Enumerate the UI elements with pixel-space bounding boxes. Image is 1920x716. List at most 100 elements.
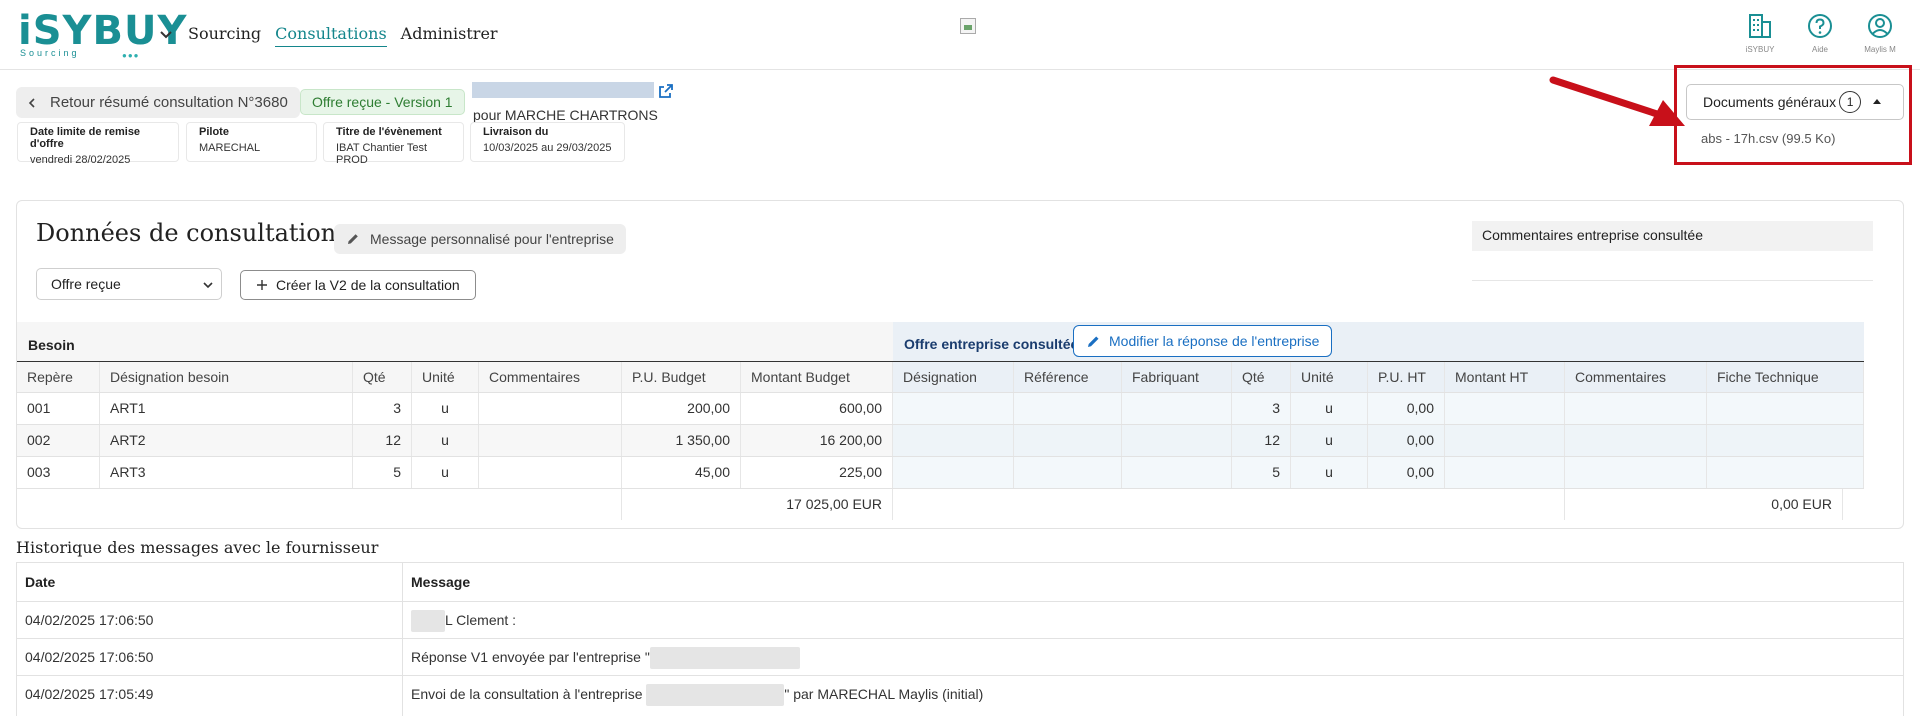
redacted-text	[649, 647, 800, 670]
cell-fabriquant	[1122, 393, 1232, 424]
cell-designation: ART1	[100, 393, 353, 424]
cell-repere: 003	[17, 457, 100, 488]
column-header: Désignation	[893, 362, 1014, 393]
offre-group-header: Offre entreprise consultée	[893, 322, 1864, 362]
row-divider	[16, 638, 1904, 639]
cell-montant-budget: 16 200,00	[741, 425, 893, 456]
offer-status-value: Offre reçue	[51, 276, 121, 292]
cell-offre-designation	[893, 393, 1014, 424]
page-title: Données de consultation	[36, 219, 337, 247]
cell-offre-designation	[893, 457, 1014, 488]
pencil-icon	[348, 234, 358, 244]
help-icon	[1808, 14, 1832, 38]
column-header: Fiche Technique	[1707, 362, 1864, 393]
external-link-icon[interactable]	[658, 83, 674, 99]
history-title: Historique des messages avec le fourniss…	[16, 538, 379, 557]
offer-status-select[interactable]: Offre reçue	[36, 268, 222, 300]
create-v2-button[interactable]: Créer la V2 de la consultation	[240, 270, 476, 300]
cell-qty: 3	[353, 393, 412, 424]
cell-pu-budget: 200,00	[622, 393, 741, 424]
cell-pu-budget: 1 350,00	[622, 425, 741, 456]
user-button[interactable]: Maylis M	[1860, 12, 1900, 54]
column-header: Repère	[17, 362, 100, 393]
cell-reference	[1014, 425, 1122, 456]
row-divider	[16, 601, 1904, 602]
info-card-event-title: Titre de l'évènement IBAT Chantier Test …	[323, 122, 464, 166]
history-date: 04/02/2025 17:06:50	[25, 612, 154, 628]
chevron-down-icon	[203, 282, 213, 289]
app-logo[interactable]: iSYBUY Sourcing ●●●	[18, 11, 186, 60]
total-spacer	[893, 489, 1565, 520]
redacted-text	[646, 684, 785, 707]
company-button[interactable]: iSYBUY	[1740, 12, 1780, 54]
history-message-text: Réponse V1 envoyée par l'entreprise "	[411, 649, 650, 665]
cell-fiche-technique	[1707, 457, 1864, 488]
chevron-down-icon[interactable]	[158, 26, 174, 42]
back-button[interactable]: Retour résumé consultation N°3680	[16, 87, 300, 118]
cell-offre-unit: u	[1291, 425, 1368, 456]
logo-dots: ●●●	[122, 51, 140, 60]
column-header: Fabriquant	[1122, 362, 1232, 393]
nav-item-consultations[interactable]: Consultations	[275, 24, 387, 47]
nav-item-sourcing[interactable]: Sourcing	[188, 24, 261, 47]
cell-comments	[479, 393, 622, 424]
cell-comments	[479, 457, 622, 488]
plus-icon	[257, 280, 267, 290]
event-for-text: pour MARCHE CHARTRONS	[473, 107, 658, 123]
documents-toggle-button[interactable]: Documents généraux 1	[1686, 84, 1904, 120]
cell-repere: 001	[17, 393, 100, 424]
building-icon	[1749, 14, 1771, 38]
total-spacer	[17, 489, 622, 520]
company-name-redacted	[472, 82, 654, 98]
history-date: 04/02/2025 17:05:49	[25, 686, 154, 702]
top-icons: iSYBUY Aide Maylis M	[1740, 12, 1900, 54]
total-budget: 17 025,00 EUR	[622, 489, 893, 520]
info-card-title: Date limite de remise d'offre	[30, 126, 141, 150]
company-comments-label: Commentaires entreprise consultée	[1472, 221, 1873, 251]
cell-reference	[1014, 457, 1122, 488]
cell-qty: 12	[353, 425, 412, 456]
cell-fabriquant	[1122, 457, 1232, 488]
cell-fiche-technique	[1707, 425, 1864, 456]
cell-offre-qty: 3	[1232, 393, 1291, 424]
cell-montant-ht	[1445, 457, 1565, 488]
cell-unit: u	[412, 457, 479, 488]
cell-offre-qty: 12	[1232, 425, 1291, 456]
cell-designation: ART3	[100, 457, 353, 488]
broken-image-icon	[960, 18, 976, 34]
cell-reference	[1014, 393, 1122, 424]
offre-group-label: Offre entreprise consultée	[904, 336, 1079, 352]
cell-offre-comments	[1565, 425, 1707, 456]
help-button[interactable]: Aide	[1800, 12, 1840, 54]
help-label: Aide	[1811, 45, 1828, 54]
column-header: Qté	[1232, 362, 1291, 393]
column-header: P.U. Budget	[622, 362, 741, 393]
cell-montant-budget: 225,00	[741, 457, 893, 488]
modify-response-button[interactable]: Modifier la réponse de l'entreprise	[1073, 325, 1333, 357]
company-label: iSYBUY	[1745, 45, 1775, 54]
column-header: Commentaires	[1565, 362, 1707, 393]
back-button-label: Retour résumé consultation N°3680	[50, 94, 288, 111]
column-header: Unité	[412, 362, 479, 393]
history-message-text: " par MARECHAL Maylis (initial)	[784, 686, 984, 702]
info-card-value: MARECHAL	[199, 142, 261, 154]
cell-qty: 5	[353, 457, 412, 488]
history-message: Envoi de la consultation à l'entreprise …	[403, 676, 991, 712]
document-file-link[interactable]: abs - 17h.csv (99.5 Ko)	[1701, 131, 1835, 146]
main-nav: Sourcing Consultations Administrer	[188, 24, 498, 47]
history-header-date: Date	[25, 574, 56, 590]
info-card-title: Livraison du	[483, 126, 549, 138]
cell-montant-budget: 600,00	[741, 393, 893, 424]
custom-message-button[interactable]: Message personnalisé pour l'entreprise	[334, 224, 626, 254]
logo-subtitle: Sourcing	[20, 48, 80, 58]
cell-montant-ht	[1445, 393, 1565, 424]
nav-item-administrer[interactable]: Administrer	[401, 24, 498, 47]
cell-unit: u	[412, 425, 479, 456]
column-header: P.U. HT	[1368, 362, 1445, 393]
cell-offre-comments	[1565, 457, 1707, 488]
cell-pu-budget: 45,00	[622, 457, 741, 488]
history-date: 04/02/2025 17:06:50	[25, 649, 154, 665]
cell-pu-ht: 0,00	[1368, 457, 1445, 488]
info-card-value: IBAT Chantier Test PROD	[336, 142, 428, 166]
history-message: Réponse V1 envoyée par l'entreprise "	[403, 639, 808, 675]
